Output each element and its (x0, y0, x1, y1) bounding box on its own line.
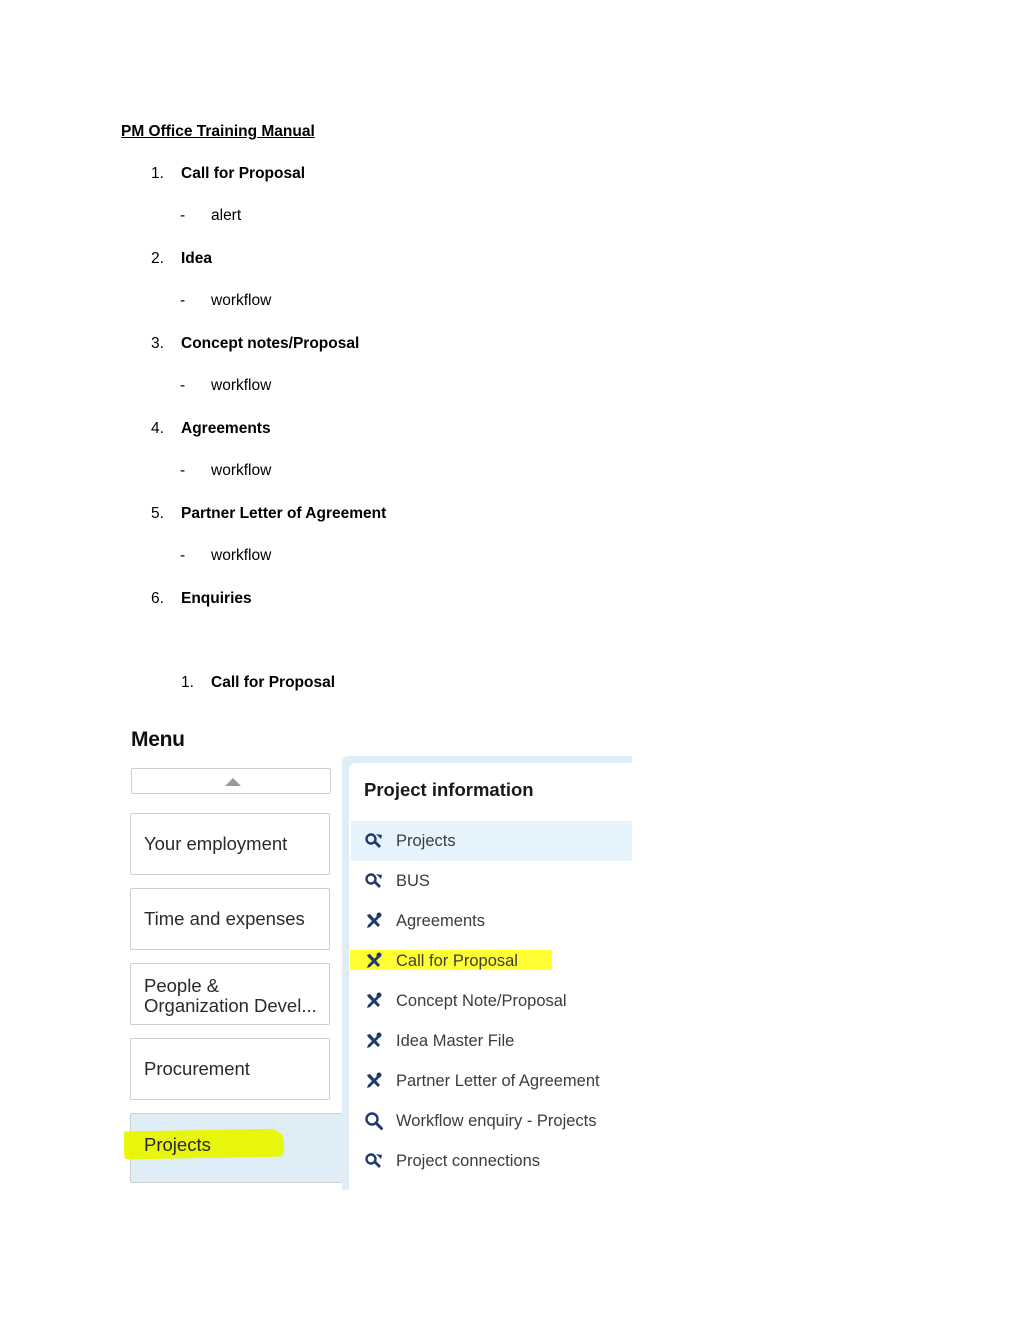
panel-item-concept-note-proposal[interactable]: Concept Note/Proposal (351, 981, 632, 1021)
tile-label-line1: People & (144, 975, 220, 996)
outline-subitem: - workflow (180, 377, 271, 395)
list-label: Call for Proposal (181, 165, 306, 182)
subitem-label: workflow (211, 547, 272, 564)
list-number: 2. (151, 250, 164, 267)
panel-item-label: Partner Letter of Agreement (396, 1071, 600, 1090)
tools-icon (363, 911, 385, 931)
menu-tile-your-employment[interactable]: Your employment (130, 813, 330, 875)
panel-item-label: Projects (396, 831, 456, 850)
section-heading: 1. Call for Proposal (181, 674, 335, 692)
outline-item: 4. Agreements (151, 420, 271, 438)
tile-label-line2: Organization Devel... (144, 995, 317, 1016)
tools-search-icon (363, 871, 385, 891)
list-label: Call for Proposal (211, 674, 336, 691)
outline-item: 3. Concept notes/Proposal (151, 335, 359, 353)
list-number: 5. (151, 505, 164, 522)
dash-bullet: - (180, 292, 186, 309)
panel-item-label: Idea Master File (396, 1031, 515, 1050)
list-number: 1. (181, 674, 194, 691)
outline-subitem: - workflow (180, 292, 271, 310)
panel-item-call-for-proposal[interactable]: Call for Proposal (351, 941, 632, 981)
triangle-up-icon (225, 778, 241, 786)
document-title: PM Office Training Manual (121, 123, 315, 140)
outline-subitem: - alert (180, 207, 241, 225)
subitem-label: workflow (211, 462, 272, 479)
tools-icon (363, 951, 385, 971)
panel-item-label: BUS (396, 871, 430, 890)
dash-bullet: - (180, 377, 186, 394)
list-number: 1. (151, 165, 164, 182)
panel-item-partner-letter-of-agreement[interactable]: Partner Letter of Agreement (351, 1061, 632, 1101)
subitem-label: workflow (211, 292, 272, 309)
subitem-label: alert (211, 207, 242, 224)
search-icon (363, 1111, 385, 1131)
tile-label: Your employment (144, 833, 288, 854)
panel-item-label: Workflow enquiry - Projects (396, 1111, 597, 1130)
outline-subitem: - workflow (180, 547, 271, 565)
list-number: 6. (151, 590, 164, 607)
panel-item-workflow-enquiry-projects[interactable]: Workflow enquiry - Projects (351, 1101, 632, 1141)
panel-item-label: Agreements (396, 911, 485, 930)
tools-icon (363, 1071, 385, 1091)
panel-item-label: Concept Note/Proposal (396, 991, 567, 1010)
tools-icon (363, 1031, 385, 1051)
list-label: Partner Letter of Agreement (181, 505, 387, 522)
dash-bullet: - (180, 547, 186, 564)
list-label: Enquiries (181, 590, 252, 607)
tile-label: Projects (144, 1134, 211, 1155)
list-label: Idea (181, 250, 213, 267)
menu-tile-procurement[interactable]: Procurement (130, 1038, 330, 1100)
tools-search-icon (363, 831, 385, 851)
dash-bullet: - (180, 462, 186, 479)
scroll-up-button[interactable] (131, 768, 331, 794)
list-number: 3. (151, 335, 164, 352)
panel-title: Project information (364, 779, 534, 800)
panel-item-label: Project connections (396, 1151, 540, 1170)
outline-item: 5. Partner Letter of Agreement (151, 505, 386, 523)
outline-item: 6. Enquiries (151, 590, 252, 608)
embedded-menu-screenshot: Menu Your employment Time and expenses P… (120, 720, 640, 1190)
outline-subitem: - workflow (180, 462, 271, 480)
list-number: 4. (151, 420, 164, 437)
panel-item-projects[interactable]: Projects (351, 821, 632, 861)
outline-item: 2. Idea (151, 250, 212, 268)
outline-item: 1. Call for Proposal (151, 165, 305, 183)
panel-item-label: Call for Proposal (396, 951, 518, 970)
tile-label: Procurement (144, 1058, 250, 1079)
dash-bullet: - (180, 207, 186, 224)
tile-label: Time and expenses (144, 908, 305, 929)
list-label: Agreements (181, 420, 271, 437)
tools-search-icon (363, 1151, 385, 1171)
panel-item-bus[interactable]: BUS (351, 861, 632, 901)
menu-tile-time-and-expenses[interactable]: Time and expenses (130, 888, 330, 950)
menu-title: Menu (131, 728, 185, 751)
subitem-label: workflow (211, 377, 272, 394)
menu-tile-people-organization[interactable]: People & Organization Devel... (130, 963, 330, 1025)
panel-item-project-connections[interactable]: Project connections (351, 1141, 632, 1181)
panel-item-agreements[interactable]: Agreements (351, 901, 632, 941)
list-label: Concept notes/Proposal (181, 335, 360, 352)
tools-icon (363, 991, 385, 1011)
panel-item-idea-master-file[interactable]: Idea Master File (351, 1021, 632, 1061)
